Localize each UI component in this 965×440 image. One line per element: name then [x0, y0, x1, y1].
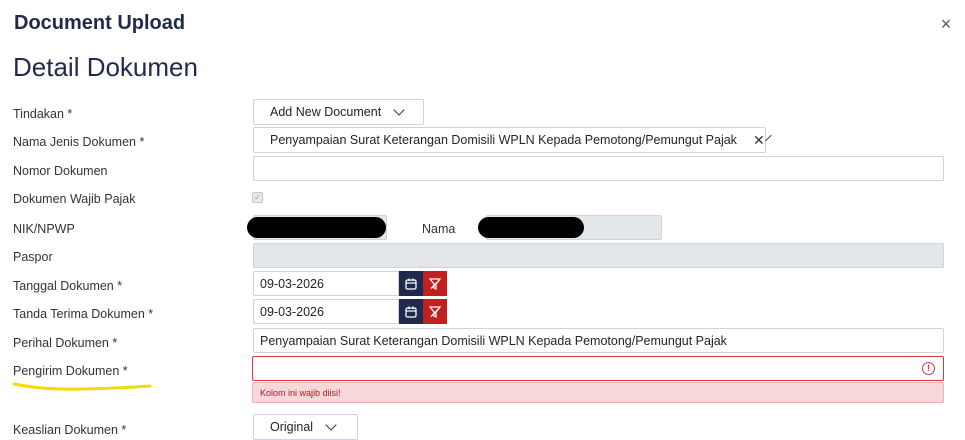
tanggal-calendar-button[interactable]: [399, 271, 423, 296]
paspor-input: [253, 243, 944, 268]
wajib-pajak-label: Dokumen Wajib Pajak: [13, 192, 136, 206]
chevron-down-icon: [393, 103, 405, 116]
tanda-terima-label: Tanda Terima Dokumen *: [13, 307, 154, 321]
error-icon: !: [922, 362, 935, 375]
redaction-mark: [247, 217, 386, 238]
clear-icon[interactable]: ✕: [753, 132, 765, 149]
perihal-label: Perihal Dokumen *: [13, 336, 118, 350]
tanggal-input[interactable]: 09-03-2026: [253, 271, 399, 296]
nama-jenis-select-value: Penyampaian Surat Keterangan Domisili WP…: [270, 133, 737, 147]
tindakan-select[interactable]: Add New Document: [253, 99, 424, 125]
keaslian-label: Keaslian Dokumen *: [13, 423, 127, 437]
close-icon: ×: [940, 14, 952, 34]
section-title: Detail Dokumen: [13, 52, 198, 82]
perihal-input[interactable]: Penyampaian Surat Keterangan Domisili WP…: [253, 328, 944, 353]
filter-clear-icon: [429, 305, 441, 318]
tanda-terima-clear-button[interactable]: [423, 299, 447, 324]
tindakan-select-value: Add New Document: [270, 105, 382, 119]
nomor-input[interactable]: [253, 156, 944, 181]
tanggal-clear-button[interactable]: [423, 271, 447, 296]
pengirim-error-message: Kolom ini wajib diisi!: [252, 382, 944, 403]
redaction-mark: [478, 217, 584, 238]
tanda-terima-calendar-button[interactable]: [399, 299, 423, 324]
nama-jenis-label: Nama Jenis Dokumen *: [13, 135, 145, 149]
calendar-icon: [405, 278, 417, 290]
chevron-down-icon: [325, 418, 337, 431]
nomor-label: Nomor Dokumen: [13, 164, 108, 178]
tanda-terima-input[interactable]: 09-03-2026: [253, 299, 399, 324]
nik-npwp-label: NIK/NPWP: [13, 222, 75, 236]
tanggal-label: Tanggal Dokumen *: [13, 279, 123, 293]
paspor-label: Paspor: [13, 250, 53, 264]
pengirim-label: Pengirim Dokumen *: [13, 364, 128, 378]
keaslian-select-value: Original: [270, 420, 314, 434]
close-button[interactable]: ×: [936, 14, 956, 34]
nama-label: Nama: [422, 222, 456, 236]
calendar-icon: [405, 306, 417, 318]
tindakan-label: Tindakan *: [13, 107, 73, 121]
filter-clear-icon: [429, 277, 441, 290]
chevron-down-icon: [764, 134, 772, 141]
pengirim-input[interactable]: !: [252, 356, 944, 381]
highlight-underline: [12, 382, 152, 391]
wajib-pajak-checkbox[interactable]: ✓: [252, 192, 263, 203]
dialog-title: Document Upload: [14, 12, 186, 34]
nama-jenis-select[interactable]: Penyampaian Surat Keterangan Domisili WP…: [253, 127, 772, 153]
keaslian-select[interactable]: Original: [253, 414, 358, 440]
